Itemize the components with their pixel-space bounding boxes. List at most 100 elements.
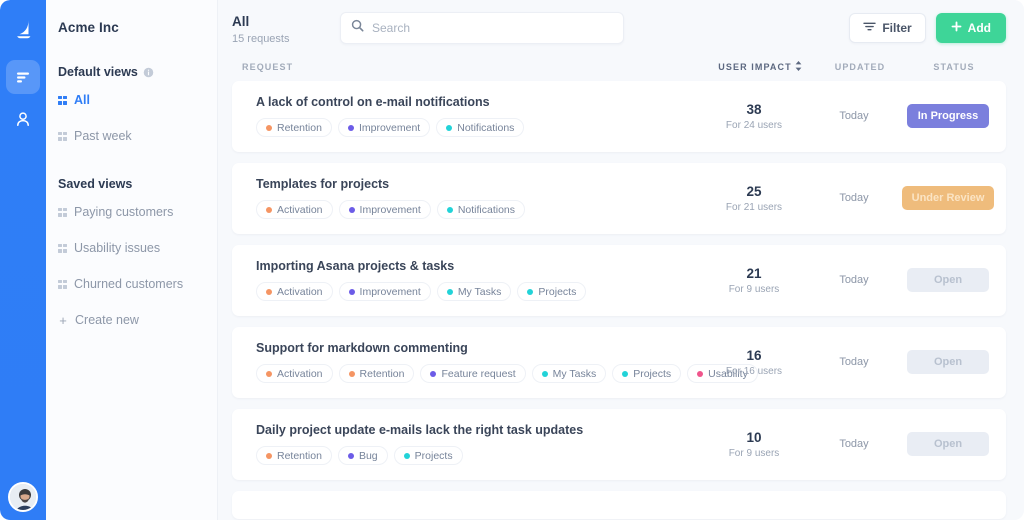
tag[interactable]: My Tasks <box>436 282 512 302</box>
tag-label: Bug <box>358 449 378 462</box>
table-row[interactable]: Daily project update e-mails lack the ri… <box>232 408 1006 480</box>
tag[interactable]: Notifications <box>436 118 525 138</box>
sidebar-item-create-new[interactable]: + Create new <box>46 305 217 335</box>
tag-dot <box>266 206 272 213</box>
tag[interactable]: Retention <box>256 446 332 466</box>
tag-dot <box>446 288 453 295</box>
tag[interactable]: Activation <box>256 364 333 384</box>
tag-dot <box>430 370 437 377</box>
tag[interactable]: Activation <box>256 282 333 302</box>
search-box[interactable] <box>340 12 624 44</box>
sidebar: Acme Inc Default views All Past week Sav… <box>46 0 218 520</box>
sidebar-item-paying-customers[interactable]: Paying customers <box>46 197 217 227</box>
request-title: Support for markdown commenting <box>256 341 468 356</box>
impact-users: For 9 users <box>728 283 780 295</box>
tag-list: Activation Improvement My Tasks Projects <box>256 282 696 302</box>
status-badge[interactable]: Open <box>907 268 989 293</box>
tag[interactable]: Improvement <box>338 282 431 302</box>
tag-label: Projects <box>538 285 577 298</box>
tag[interactable]: Projects <box>612 364 682 384</box>
grid-icon <box>58 243 67 253</box>
status-badge[interactable]: In Progress <box>907 104 989 129</box>
impact-score: 38 <box>746 101 762 117</box>
table-row[interactable]: Support for markdown commenting Activati… <box>232 326 1006 398</box>
main-content: All 15 requests Search Filter Add REQUES… <box>218 0 1024 520</box>
app-window: Acme Inc Default views All Past week Sav… <box>0 0 1024 520</box>
tag-label: Retention <box>277 121 322 134</box>
sidebar-item-all[interactable]: All <box>46 85 217 115</box>
tag[interactable]: Improvement <box>337 118 431 138</box>
sidebar-group-default-views: Default views <box>46 65 217 79</box>
column-header-user-impact[interactable]: USER IMPACT <box>702 60 818 73</box>
info-icon[interactable] <box>143 67 154 78</box>
filter-button[interactable]: Filter <box>849 13 926 43</box>
request-count: 15 requests <box>232 32 290 45</box>
search-container <box>340 12 624 44</box>
tag[interactable]: Projects <box>393 446 463 466</box>
tag-label: Projects <box>414 449 453 462</box>
user-icon <box>17 112 29 126</box>
tag-dot <box>347 452 354 459</box>
tag-label: Projects <box>633 367 672 380</box>
tag-label: Retention <box>277 449 322 462</box>
page-title: All <box>232 14 250 29</box>
tag[interactable]: Feature request <box>420 364 526 384</box>
request-list: A lack of control on e-mail notification… <box>218 80 1024 519</box>
grid-icon <box>58 95 67 105</box>
add-button[interactable]: Add <box>935 13 1006 43</box>
status-badge[interactable]: Open <box>907 350 989 375</box>
column-header-updated: UPDATED <box>834 61 886 72</box>
sidebar-item-usability-issues[interactable]: Usability issues <box>46 233 217 263</box>
view-heading: All 15 requests <box>232 12 324 45</box>
status-cell: Open <box>896 268 1000 293</box>
avatar[interactable] <box>8 482 38 512</box>
request-cell: Support for markdown commenting Activati… <box>232 341 758 384</box>
table-row[interactable]: A lack of control on e-mail notification… <box>232 80 1006 152</box>
status-badge[interactable]: Open <box>907 432 989 457</box>
search-input[interactable] <box>372 21 613 35</box>
rail-item-users[interactable] <box>6 102 40 136</box>
request-cell: Templates for projects Activation Improv… <box>232 177 696 220</box>
grid-icon <box>58 207 67 217</box>
tag-list: Retention Improvement Notifications <box>256 118 696 138</box>
toolbar: All 15 requests Search Filter Add <box>218 0 1024 45</box>
status-cell: Open <box>896 432 1000 457</box>
tag[interactable]: Improvement <box>338 200 431 220</box>
tag-dot <box>403 452 410 459</box>
table-row[interactable] <box>232 490 1006 519</box>
tag[interactable]: Retention <box>338 364 415 384</box>
tag-label: Improvement <box>358 121 421 134</box>
sidebar-item-label: Paying customers <box>74 205 174 219</box>
table-row[interactable]: Importing Asana projects & tasks Activat… <box>232 244 1006 316</box>
tag[interactable]: Retention <box>256 118 332 138</box>
impact-cell: 21 For 9 users <box>696 266 812 295</box>
sidebar-item-past-week[interactable]: Past week <box>46 121 217 151</box>
plus-icon: + <box>59 312 67 328</box>
org-name: Acme Inc <box>58 20 119 35</box>
tag[interactable]: Projects <box>517 282 587 302</box>
tag-label: My Tasks <box>457 285 502 298</box>
impact-score: 10 <box>746 429 762 445</box>
sidebar-item-churned-customers[interactable]: Churned customers <box>46 269 217 299</box>
tag[interactable]: My Tasks <box>531 364 607 384</box>
tag[interactable]: Notifications <box>436 200 526 220</box>
status-badge[interactable]: Under Review <box>901 186 995 211</box>
tag-dot <box>348 288 355 295</box>
updated-cell: Today <box>839 438 869 451</box>
request-cell: A lack of control on e-mail notification… <box>232 95 696 138</box>
tag-label: Activation <box>277 367 323 380</box>
tag[interactable]: Activation <box>256 200 333 220</box>
tag-label: Notifications <box>457 203 516 216</box>
sidebar-item-label: All <box>74 93 90 107</box>
tag-label: Activation <box>277 203 323 216</box>
rail-item-feedback[interactable] <box>6 60 40 94</box>
status-cell: Under Review <box>896 186 1000 211</box>
tag-label: Feature request <box>441 367 516 380</box>
sail-logo-icon[interactable] <box>6 12 40 46</box>
grid-icon <box>58 131 67 141</box>
sidebar-item-label: Past week <box>74 129 132 143</box>
tag[interactable]: Bug <box>337 446 388 466</box>
impact-cell: 16 For 16 users <box>696 348 812 377</box>
table-row[interactable]: Templates for projects Activation Improv… <box>232 162 1006 234</box>
impact-score: 16 <box>746 347 762 363</box>
